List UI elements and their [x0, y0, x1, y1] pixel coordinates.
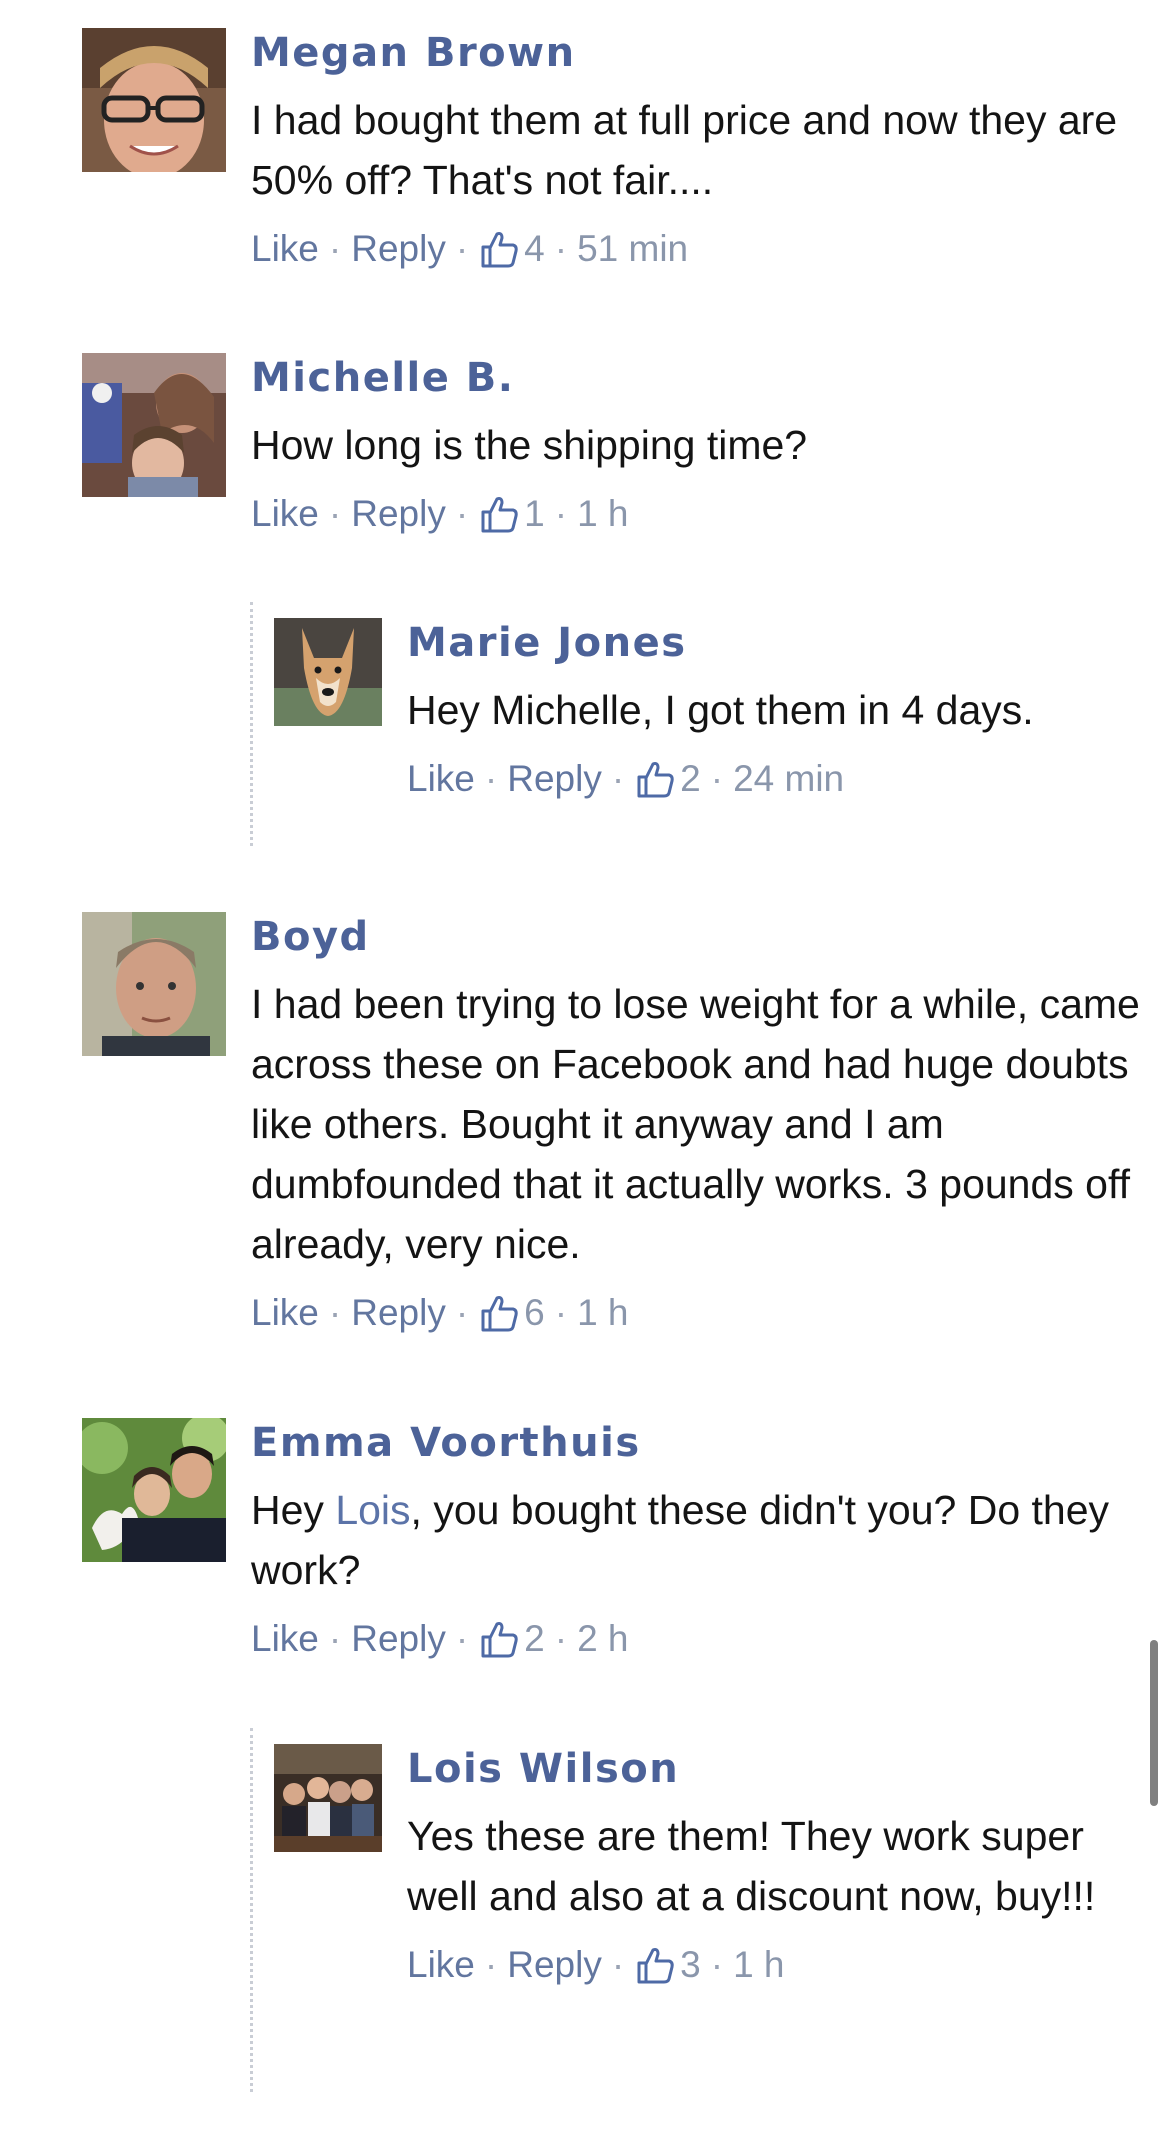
- like-count: 6: [524, 1292, 545, 1333]
- thumbs-up-icon: [634, 1944, 676, 1986]
- thumbs-up-icon: [478, 1618, 520, 1660]
- separator: ·: [455, 493, 469, 534]
- like-count: 3: [680, 1944, 701, 1985]
- like-button[interactable]: Like: [251, 1614, 319, 1664]
- separator: ·: [554, 1618, 568, 1659]
- avatar[interactable]: [82, 912, 226, 1056]
- timestamp: 2 h: [577, 1618, 629, 1659]
- like-count: 1: [524, 493, 545, 534]
- commenter-name[interactable]: Megan Brown: [251, 30, 1121, 76]
- comment-text: Yes these are them! They work super well…: [407, 1813, 1096, 1919]
- avatar[interactable]: [274, 618, 382, 726]
- separator: ·: [710, 758, 724, 799]
- comment-text: I had bought them at full price and now …: [251, 97, 1118, 203]
- reply-marie-jones: Marie Jones Hey Michelle, I got them in …: [274, 618, 1124, 838]
- timestamp: 1 h: [577, 493, 629, 534]
- text-segment: Hey: [251, 1487, 336, 1533]
- like-button[interactable]: Like: [251, 489, 319, 539]
- commenter-name[interactable]: Lois Wilson: [407, 1746, 1117, 1792]
- separator: ·: [554, 228, 568, 269]
- like-count: 2: [680, 758, 701, 799]
- thumbs-up-icon: [634, 758, 676, 800]
- like-button[interactable]: Like: [251, 224, 319, 274]
- avatar-image: [274, 618, 382, 726]
- separator: ·: [328, 493, 342, 534]
- avatar[interactable]: [82, 28, 226, 172]
- timestamp: 24 min: [733, 758, 845, 799]
- comment-text: How long is the shipping time?: [251, 422, 808, 468]
- like-button[interactable]: Like: [407, 1940, 475, 1990]
- separator: ·: [611, 758, 625, 799]
- reply-lois-wilson: Lois Wilson Yes these are them! They wor…: [274, 1744, 1124, 2084]
- separator: ·: [328, 1618, 342, 1659]
- comment-emma-voorthuis: Emma Voorthuis Hey Lois, you bought thes…: [82, 1418, 1122, 1698]
- reply-button[interactable]: Reply: [351, 1288, 446, 1338]
- thumbs-up-icon: [478, 1292, 520, 1334]
- comment-text: Hey Michelle, I got them in 4 days.: [407, 687, 1034, 733]
- comment-boyd: Boyd I had been trying to lose weight fo…: [82, 912, 1140, 1382]
- scrollbar[interactable]: [1150, 1640, 1158, 1806]
- user-mention-link[interactable]: Lois: [335, 1487, 410, 1533]
- separator: ·: [328, 228, 342, 269]
- commenter-name[interactable]: Boyd: [251, 914, 1151, 960]
- avatar-image: [82, 353, 226, 497]
- comment-actions: Like · Reply · 6 · 1 h: [251, 1288, 1151, 1338]
- comment-actions: Like · Reply · 2 · 2 h: [251, 1614, 1121, 1664]
- comment-actions: Like · Reply · 4 · 51 min: [251, 224, 1121, 274]
- reply-button[interactable]: Reply: [351, 1614, 446, 1664]
- comment-actions: Like · Reply · 1 · 1 h: [251, 489, 1121, 539]
- commenter-name[interactable]: Michelle B.: [251, 355, 1121, 401]
- timestamp: 51 min: [577, 228, 689, 269]
- like-button[interactable]: Like: [407, 754, 475, 804]
- comment-text: I had been trying to lose weight for a w…: [251, 981, 1140, 1267]
- comment-megan-brown: Megan Brown I had bought them at full pr…: [82, 28, 1122, 308]
- comment-michelle-b: Michelle B. How long is the shipping tim…: [82, 353, 1122, 573]
- avatar[interactable]: [82, 353, 226, 497]
- avatar[interactable]: [82, 1418, 226, 1562]
- reply-button[interactable]: Reply: [351, 224, 446, 274]
- commenter-name[interactable]: Marie Jones: [407, 620, 1117, 666]
- comment-actions: Like · Reply · 3 · 1 h: [407, 1940, 1117, 1990]
- like-count: 4: [524, 228, 545, 269]
- thumbs-up-icon: [478, 228, 520, 270]
- reply-button[interactable]: Reply: [351, 489, 446, 539]
- timestamp: 1 h: [733, 1944, 785, 1985]
- separator: ·: [554, 493, 568, 534]
- thumbs-up-icon: [478, 493, 520, 535]
- separator: ·: [554, 1292, 568, 1333]
- comment-actions: Like · Reply · 2 · 24 min: [407, 754, 1117, 804]
- reply-thread-line: [250, 1728, 253, 2092]
- separator: ·: [611, 1944, 625, 1985]
- reply-thread-line: [250, 602, 253, 846]
- separator: ·: [455, 1292, 469, 1333]
- separator: ·: [484, 758, 498, 799]
- timestamp: 1 h: [577, 1292, 629, 1333]
- avatar-image: [274, 1744, 382, 1852]
- comment-text: Hey Lois, you bought these didn't you? D…: [251, 1480, 1121, 1600]
- separator: ·: [484, 1944, 498, 1985]
- like-button[interactable]: Like: [251, 1288, 319, 1338]
- like-count: 2: [524, 1618, 545, 1659]
- commenter-name[interactable]: Emma Voorthuis: [251, 1420, 1121, 1466]
- separator: ·: [455, 1618, 469, 1659]
- separator: ·: [455, 228, 469, 269]
- reply-button[interactable]: Reply: [507, 1940, 602, 1990]
- avatar-image: [82, 1418, 226, 1562]
- reply-button[interactable]: Reply: [507, 754, 602, 804]
- avatar-image: [82, 912, 226, 1056]
- avatar[interactable]: [274, 1744, 382, 1852]
- avatar-image: [82, 28, 226, 172]
- separator: ·: [328, 1292, 342, 1333]
- separator: ·: [710, 1944, 724, 1985]
